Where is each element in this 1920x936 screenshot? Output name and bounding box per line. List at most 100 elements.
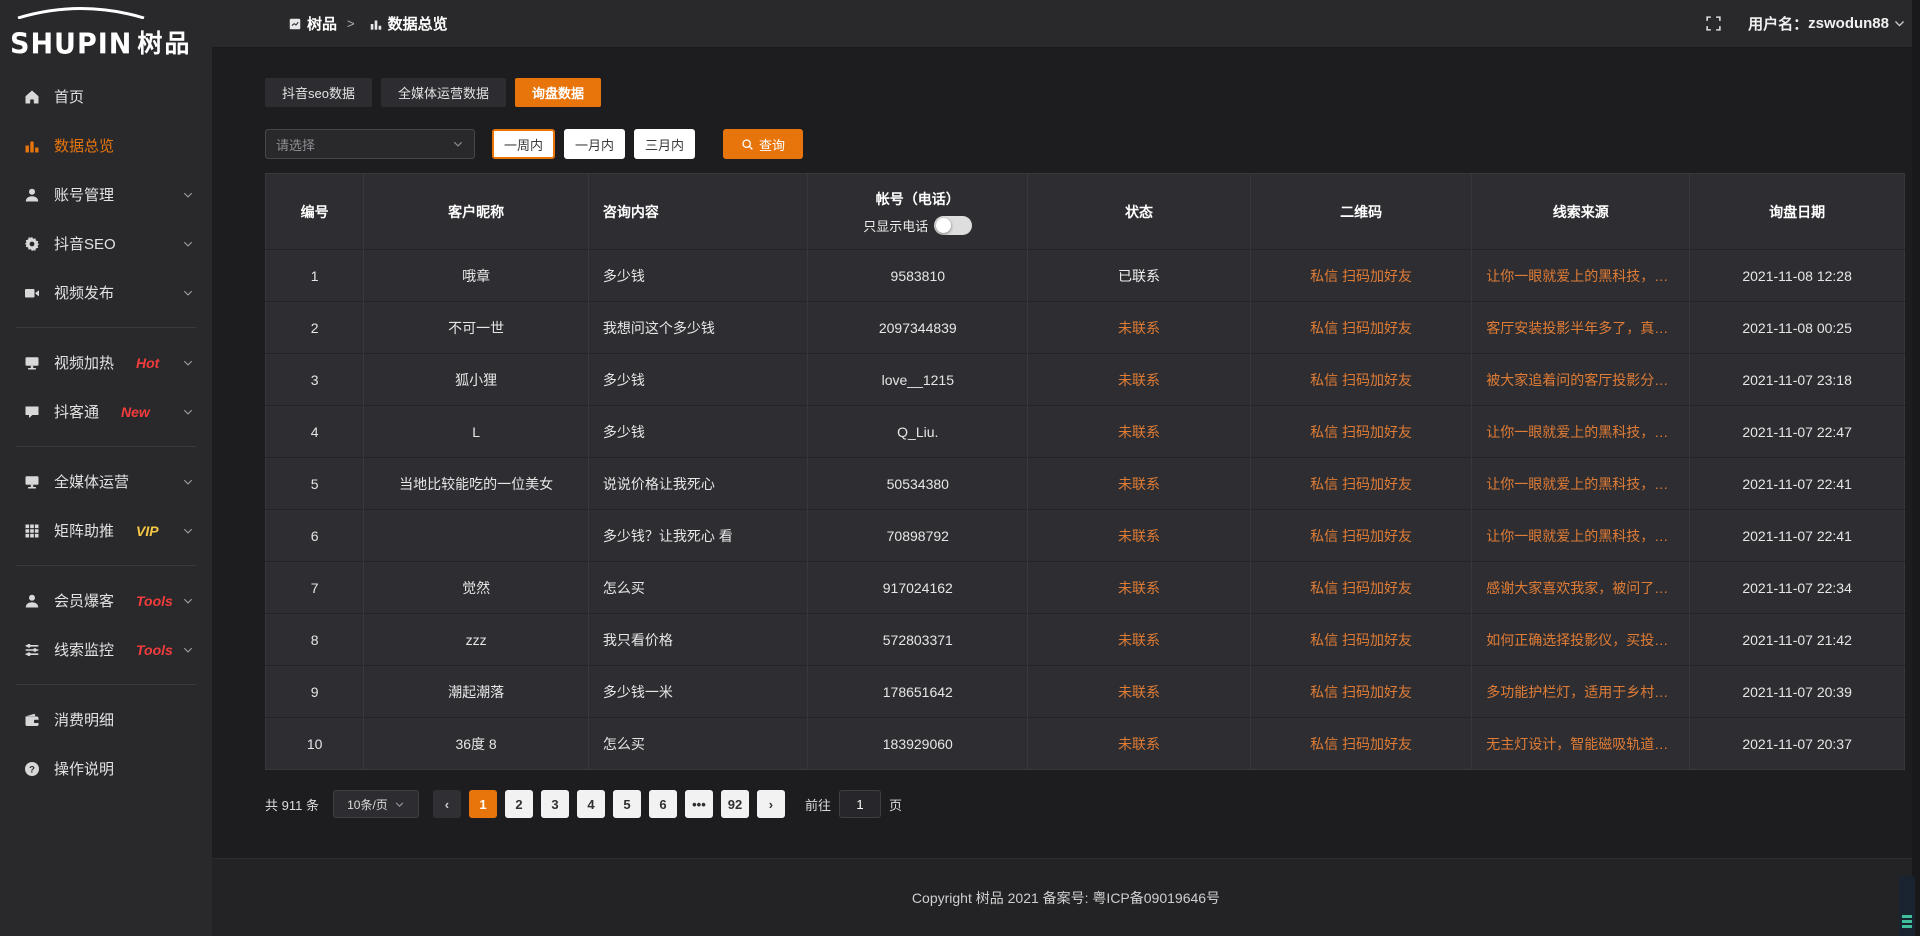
cell-source[interactable]: 让你一眼就爱上的黑科技，能... (1472, 406, 1690, 458)
col-nickname: 客户昵称 (364, 174, 589, 250)
cell-source[interactable]: 被大家追着问的客厅投影分享... (1472, 354, 1690, 406)
page-button-2[interactable]: 2 (505, 790, 533, 818)
next-page-button[interactable]: › (757, 790, 785, 818)
phone-only-toggle[interactable] (934, 216, 972, 235)
scrollbar-track[interactable] (1912, 0, 1920, 936)
table-row: 3狐小狸多少钱love__1215未联系私信 扫码加好友被大家追着问的客厅投影分… (266, 354, 1905, 406)
filter-select[interactable]: 请选择 (265, 129, 475, 159)
cell-qrcode[interactable]: 私信 扫码加好友 (1251, 718, 1472, 770)
page-ellipsis-button[interactable]: ••• (685, 790, 713, 818)
sidebar-item-grid[interactable]: 矩阵助推VIP (0, 506, 212, 555)
col-date: 询盘日期 (1690, 174, 1905, 250)
col-content: 咨询内容 (588, 174, 808, 250)
cell-content: 我想问这个多少钱 (588, 302, 808, 354)
cell-qrcode[interactable]: 私信 扫码加好友 (1251, 406, 1472, 458)
sidebar-item-gear[interactable]: 抖音SEO (0, 219, 212, 268)
sidebar-item-chat[interactable]: 抖客通New (0, 387, 212, 436)
sidebar-item-wallet[interactable]: 消费明细 (0, 695, 212, 744)
tab-douyin-seo[interactable]: 抖音seo数据 (265, 78, 372, 107)
wallet-icon (24, 712, 40, 728)
page-button-3[interactable]: 3 (541, 790, 569, 818)
username-value: zswodun88 (1808, 15, 1889, 32)
period-month-button[interactable]: 一月内 (564, 129, 625, 159)
cell-qrcode[interactable]: 私信 扫码加好友 (1251, 458, 1472, 510)
cell-source[interactable]: 让你一眼就爱上的黑科技，能... (1472, 510, 1690, 562)
sidebar-item-home[interactable]: 首页 (0, 72, 212, 121)
sidebar-item-label: 抖音SEO (54, 233, 116, 254)
tab-inquiry[interactable]: 询盘数据 (515, 78, 601, 107)
logo-latin-text: SHUPIN (10, 28, 132, 61)
cell-source[interactable]: 让你一眼就爱上的黑科技，能... (1472, 458, 1690, 510)
sidebar-item-question[interactable]: ?操作说明 (0, 744, 212, 793)
monitor-icon (24, 474, 40, 490)
goto-page-input[interactable] (839, 790, 881, 818)
cell-content: 说说价格让我死心 (588, 458, 808, 510)
cell-qrcode[interactable]: 私信 扫码加好友 (1251, 510, 1472, 562)
pagination: 共 911 条 10条/页 ‹ 123456•••92 › 前往 页 (265, 790, 1920, 818)
cell-source[interactable]: 让你一眼就爱上的黑科技，能... (1472, 250, 1690, 302)
topbar: 树品 > 数据总览 用户名： zswodun88 (212, 0, 1920, 48)
screen-play-icon (24, 355, 40, 371)
cell-nickname: 哦章 (364, 250, 589, 302)
sidebar-badge: New (121, 404, 150, 420)
col-id: 编号 (266, 174, 364, 250)
cell-date: 2021-11-07 22:41 (1690, 458, 1905, 510)
table-row: 4L多少钱Q_Liu.未联系私信 扫码加好友让你一眼就爱上的黑科技，能...20… (266, 406, 1905, 458)
cell-qrcode[interactable]: 私信 扫码加好友 (1251, 354, 1472, 406)
cell-source[interactable]: 感谢大家喜欢我家，被问了好... (1472, 562, 1690, 614)
user-menu[interactable]: 用户名： zswodun88 (1748, 13, 1906, 34)
sidebar-item-video-publish[interactable]: 视频发布 (0, 268, 212, 317)
cell-status: 未联系 (1028, 406, 1251, 458)
table-row: 1哦章多少钱9583810已联系私信 扫码加好友让你一眼就爱上的黑科技，能...… (266, 250, 1905, 302)
side-panel-widget[interactable] (1899, 876, 1915, 936)
cell-source[interactable]: 多功能护栏灯，适用于乡村文... (1472, 666, 1690, 718)
table-row: 8zzz我只看价格572803371未联系私信 扫码加好友如何正确选择投影仪，买… (266, 614, 1905, 666)
tab-media-ops[interactable]: 全媒体运营数据 (381, 78, 506, 107)
cell-nickname: 不可一世 (364, 302, 589, 354)
gear-icon (24, 236, 40, 252)
page-button-6[interactable]: 6 (649, 790, 677, 818)
sidebar: SHUPIN 树品 首页数据总览账号管理抖音SEO视频发布视频加热Hot抖客通N… (0, 0, 212, 936)
question-icon: ? (24, 761, 40, 777)
table-row: 1036度 8怎么买183929060未联系私信 扫码加好友无主灯设计，智能磁吸… (266, 718, 1905, 770)
cell-source[interactable]: 客厅安装投影半年多了，真实... (1472, 302, 1690, 354)
cell-account: 2097344839 (808, 302, 1028, 354)
cell-source[interactable]: 无主灯设计，智能磁吸轨道灯... (1472, 718, 1690, 770)
sidebar-item-bar-chart[interactable]: 数据总览 (0, 121, 212, 170)
cell-qrcode[interactable]: 私信 扫码加好友 (1251, 614, 1472, 666)
sliders-icon (24, 642, 40, 658)
sidebar-menu: 首页数据总览账号管理抖音SEO 视频发布视频加热Hot抖客通New 全媒体运营矩阵助… (0, 58, 212, 793)
sidebar-item-user-burst[interactable]: 会员爆客Tools (0, 576, 212, 625)
sidebar-item-label: 视频发布 (54, 282, 114, 303)
cell-date: 2021-11-08 12:28 (1690, 250, 1905, 302)
cell-account: 183929060 (808, 718, 1028, 770)
page-button-5[interactable]: 5 (613, 790, 641, 818)
page-size-select[interactable]: 10条/页 (333, 790, 419, 818)
sidebar-item-monitor[interactable]: 全媒体运营 (0, 457, 212, 506)
chevron-down-icon (182, 644, 194, 656)
breadcrumb-root[interactable]: 树品 (307, 13, 337, 34)
period-quarter-button[interactable]: 三月内 (634, 129, 695, 159)
breadcrumb: 树品 > 数据总览 (288, 13, 448, 34)
sidebar-item-sliders[interactable]: 线索监控Tools (0, 625, 212, 674)
page-button-92[interactable]: 92 (721, 790, 749, 818)
cell-account: 572803371 (808, 614, 1028, 666)
sidebar-item-user[interactable]: 账号管理 (0, 170, 212, 219)
prev-page-button[interactable]: ‹ (433, 790, 461, 818)
sidebar-item-label: 数据总览 (54, 135, 114, 156)
page-button-1[interactable]: 1 (469, 790, 497, 818)
chat-icon (24, 404, 40, 420)
page-button-4[interactable]: 4 (577, 790, 605, 818)
search-button[interactable]: 查询 (723, 129, 803, 159)
cell-qrcode[interactable]: 私信 扫码加好友 (1251, 562, 1472, 614)
chevron-down-icon (182, 595, 194, 607)
cell-qrcode[interactable]: 私信 扫码加好友 (1251, 666, 1472, 718)
fullscreen-icon[interactable] (1705, 15, 1722, 32)
period-week-button[interactable]: 一周内 (492, 129, 555, 159)
sidebar-item-screen-play[interactable]: 视频加热Hot (0, 338, 212, 387)
video-publish-icon (24, 285, 40, 301)
cell-qrcode[interactable]: 私信 扫码加好友 (1251, 302, 1472, 354)
cell-source[interactable]: 如何正确选择投影仪，买投影... (1472, 614, 1690, 666)
cell-qrcode[interactable]: 私信 扫码加好友 (1251, 250, 1472, 302)
cell-id: 7 (266, 562, 364, 614)
